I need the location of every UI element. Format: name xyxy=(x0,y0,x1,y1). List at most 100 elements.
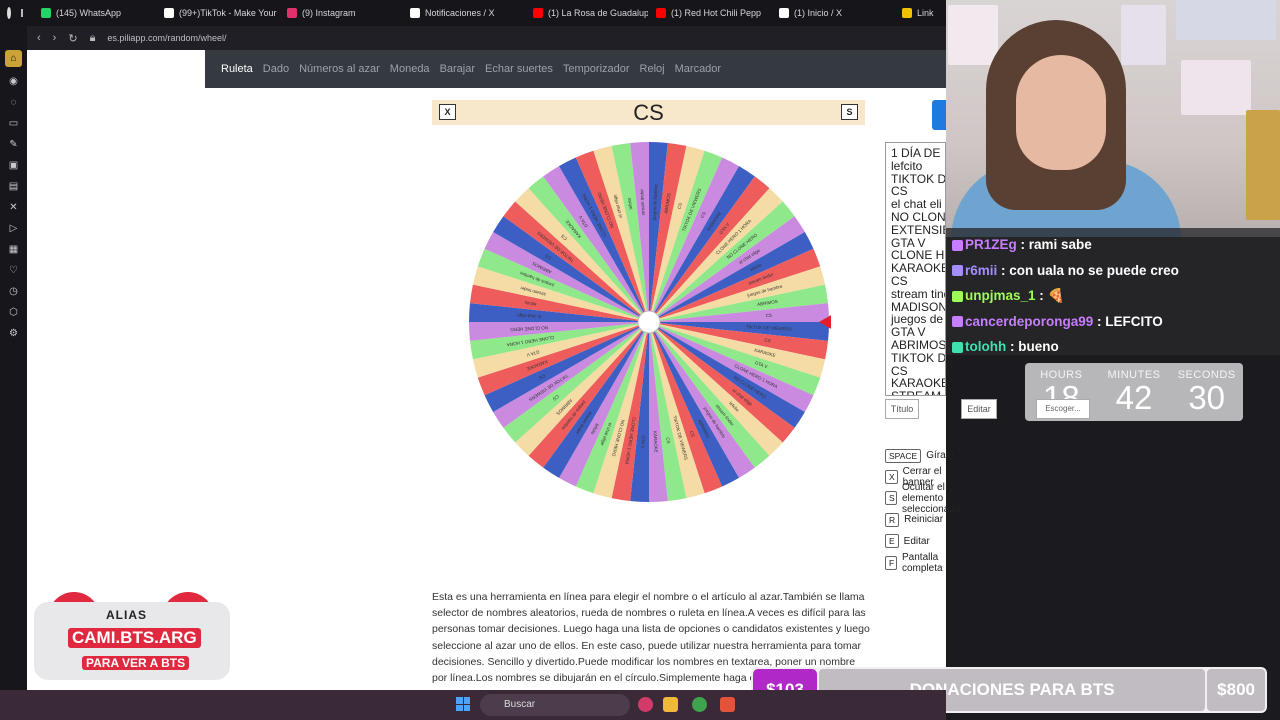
alias-badge: ALIAS CAMI.BTS.ARG PARA VER A BTS xyxy=(34,592,230,692)
chat-username[interactable]: PR1ZEg xyxy=(965,237,1017,252)
chat-username[interactable]: tolohh xyxy=(965,339,1006,354)
browser-tab-bar: (145) WhatsApp (99+)TikTok - Make Your (9)… xyxy=(0,0,946,26)
tab-favicon-icon xyxy=(902,8,912,18)
nav-item-moneda[interactable]: Moneda xyxy=(390,63,430,75)
url-field[interactable]: es.piliapp.com/random/wheel/ xyxy=(107,33,226,43)
nav-item-números-al-azar[interactable]: Números al azar xyxy=(299,63,380,75)
opera-logo-icon[interactable] xyxy=(7,7,11,19)
chat-badge-icon xyxy=(952,239,963,251)
address-bar: ‹ › ↻ 🔒︎ es.piliapp.com/random/wheel/ xyxy=(27,26,946,50)
names-textarea[interactable]: 1 DÍA DE lefcito TIKTOK D CS el chat eli NO C… xyxy=(885,142,946,396)
bag-icon[interactable]: ▭ xyxy=(8,118,20,130)
entry-line: NO CLON xyxy=(891,209,946,224)
folder-icon[interactable] xyxy=(663,697,678,712)
browser-tab[interactable]: (1) Inicio / X xyxy=(771,0,894,26)
shortcut-key[interactable]: R xyxy=(885,512,900,527)
chrome-icon[interactable] xyxy=(692,697,707,712)
x-icon[interactable]: ✕ xyxy=(8,202,20,214)
chat-text: rami sabe xyxy=(1028,237,1092,252)
fullscreen-button[interactable] xyxy=(932,100,946,130)
twitch-icon[interactable]: ▤ xyxy=(8,181,20,193)
nav-item-dado[interactable]: Dado xyxy=(263,63,289,75)
entry-line: STREAM CON SU xyxy=(891,390,945,395)
shortcut-key[interactable]: X xyxy=(885,470,898,485)
timer-label: SECONDS xyxy=(1177,369,1236,381)
shortcut-key[interactable]: S xyxy=(885,491,897,506)
brave-icon[interactable] xyxy=(720,697,735,712)
nav-item-ruleta[interactable]: Ruleta xyxy=(221,63,253,75)
chat-username[interactable]: cancerdeporonga99 xyxy=(965,314,1093,329)
edit-button[interactable]: Editar xyxy=(961,399,997,419)
entry-line: lefcito xyxy=(891,158,923,173)
shortcut-label: Pantalla completa xyxy=(902,551,943,574)
m-icon[interactable]: ▣ xyxy=(8,160,20,172)
chat-separator: : xyxy=(1006,339,1019,354)
chat-message: PR1ZEg : rami sabe xyxy=(952,232,1274,258)
opera-taskbar-icon[interactable] xyxy=(638,697,653,712)
player-icon[interactable]: ▷ xyxy=(8,223,20,235)
tab-label: (9) Instagram xyxy=(302,8,356,18)
shortcut-key[interactable]: SPACE xyxy=(885,448,922,463)
shortcut-key[interactable]: E xyxy=(885,534,899,549)
browser-tab[interactable]: (145) WhatsApp xyxy=(33,0,156,26)
reload-icon[interactable]: ↻ xyxy=(68,32,77,45)
chat-badge-icon xyxy=(952,265,963,277)
tab-label: (1) La Rosa de Guadalupe xyxy=(548,8,648,18)
heart-icon[interactable]: ♡ xyxy=(8,265,20,277)
tab-overview-icon[interactable] xyxy=(21,9,23,17)
lock-icon: 🔒︎ xyxy=(89,31,96,44)
banner-title: CS xyxy=(633,99,664,125)
choose-button[interactable]: Escoger... xyxy=(1036,399,1090,419)
tab-favicon-icon xyxy=(164,8,174,18)
wheel-slice-label: GTA V xyxy=(640,435,646,448)
taskbar-search[interactable]: Buscar xyxy=(480,694,630,716)
settings-icon[interactable]: ⚙ xyxy=(8,328,20,340)
shortcut-label: Gíralo xyxy=(926,450,954,462)
result-banner: X CS S xyxy=(432,100,865,125)
gamepad-icon[interactable]: ◉ xyxy=(8,76,20,88)
entry-line: stream tinder xyxy=(891,286,945,301)
title-button[interactable]: Título xyxy=(885,399,919,419)
close-banner-button[interactable]: X xyxy=(439,104,456,120)
shortcut-row: S Ocultar el elemento seleccionado xyxy=(885,482,962,515)
browser-tab[interactable]: (9) Instagram xyxy=(279,0,402,26)
apps-icon[interactable]: ▦ xyxy=(8,244,20,256)
nav-item-reloj[interactable]: Reloj xyxy=(640,63,665,75)
timer-label: HOURS xyxy=(1040,369,1083,381)
home-icon[interactable]: ⌂ xyxy=(5,50,22,67)
wheel-slice-label: CS xyxy=(764,338,771,344)
timer-value: 42 xyxy=(1115,379,1153,416)
tab-label: Link xyxy=(917,8,934,18)
shortcut-label: Ocultar el elemento seleccionado xyxy=(902,481,961,515)
browser-tab[interactable]: (99+)TikTok - Make Your xyxy=(156,0,279,26)
shortcut-key[interactable]: F xyxy=(885,555,897,570)
chat-overlay: PR1ZEg : rami sabe r6mii : con uala no se… xyxy=(946,228,1280,355)
webcam-feed xyxy=(946,0,1280,237)
name-wheel[interactable]: TIKTOK DE VIEWERSCSKARAOKEGTA VCLONE HER… xyxy=(467,140,831,504)
browser-tab[interactable]: (1) La Rosa de Guadalupe xyxy=(525,0,648,26)
alias-caption: PARA VER A BTS xyxy=(82,656,190,670)
chat-username[interactable]: unpjmas_1 xyxy=(965,288,1036,303)
poster xyxy=(1121,5,1166,65)
chat-username[interactable]: r6mii xyxy=(965,263,997,278)
entry-line: ABRIMOS xyxy=(891,337,946,352)
wheel-slice-label: CS xyxy=(665,437,671,444)
back-icon[interactable]: ‹ xyxy=(37,32,41,44)
browser-tab[interactable]: Notificaciones / X xyxy=(402,0,525,26)
tab-label: (1) Inicio / X xyxy=(794,8,843,18)
windows-start-icon[interactable] xyxy=(456,697,470,711)
chat-separator: : xyxy=(1016,237,1029,252)
hide-selected-button[interactable]: S xyxy=(841,104,858,120)
note-icon[interactable]: ✎ xyxy=(8,139,20,151)
nav-item-barajar[interactable]: Barajar xyxy=(440,63,475,75)
aria-icon[interactable]: ◌ xyxy=(8,97,20,109)
wheel-hub[interactable] xyxy=(637,310,661,334)
browser-tab[interactable]: (1) Red Hot Chili Pepp xyxy=(648,0,771,26)
forward-icon[interactable]: › xyxy=(53,32,57,44)
nav-item-temporizador[interactable]: Temporizador xyxy=(563,63,630,75)
nav-item-echar-suertes[interactable]: Echar suertes xyxy=(485,63,553,75)
extensions-icon[interactable]: ⬡ xyxy=(8,307,20,319)
chat-text: 🍕 xyxy=(1047,288,1065,303)
nav-item-marcador[interactable]: Marcador xyxy=(675,63,721,75)
history-icon[interactable]: ◷ xyxy=(8,286,20,298)
